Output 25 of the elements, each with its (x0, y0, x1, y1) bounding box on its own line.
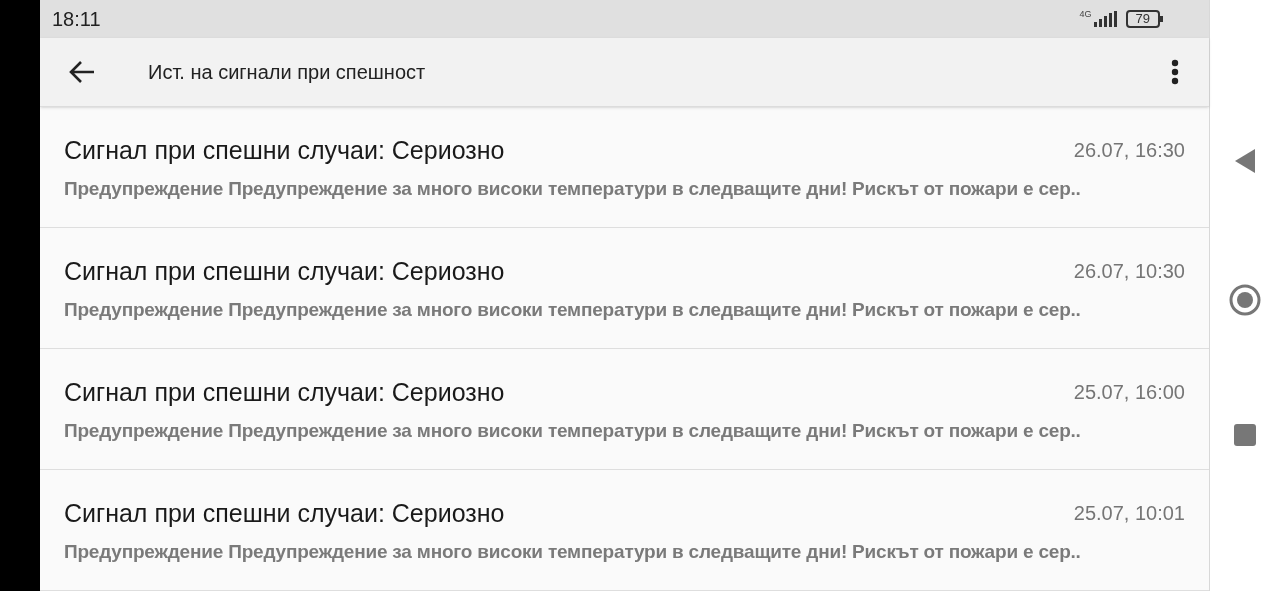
alert-preview: Предупреждение Предупреждение за много високи температури в следващите дни! Рискът от пожари е сер.. (64, 298, 1082, 322)
screen-title: Ист. на сигнали при спешност (148, 60, 426, 86)
network-label: 4G (1079, 8, 1092, 21)
alert-list-item[interactable]: Сигнал при спешни случаи: Сериозно 26.07, 16:30 Предупреждение Предупреждение за много високи температури в следващите дни! Рискът от пожари е сер.. (40, 107, 1209, 228)
home-nav-icon[interactable] (1229, 284, 1261, 316)
alert-title: Сигнал при спешни случаи: Сериозно (64, 498, 505, 528)
alert-title: Сигнал при спешни случаи: Сериозно (64, 135, 505, 165)
alert-list-item[interactable]: Сигнал при спешни случаи: Сериозно 25.07, 16:00 Предупреждение Предупреждение за много високи температури в следващите дни! Рискът от пожари е сер.. (40, 349, 1209, 470)
alert-time: 26.07, 10:30 (1073, 259, 1185, 284)
alert-preview: Предупреждение Предупреждение за много високи температури в следващите дни! Рискът от пожари е сер.. (64, 419, 1082, 443)
back-nav-icon[interactable] (1234, 148, 1256, 174)
battery-level: 79 (1125, 10, 1160, 29)
alert-title: Сигнал при спешни случаи: Сериозно (64, 256, 505, 286)
alert-time: 26.07, 16:30 (1073, 138, 1185, 163)
signal-icon (1093, 11, 1118, 28)
alert-list-item[interactable]: Сигнал при спешни случаи: Сериозно 26.07, 10:30 Предупреждение Предупреждение за много високи температури в следващите дни! Рискът от пожари е сер.. (40, 228, 1209, 349)
alert-time: 25.07, 16:00 (1073, 380, 1185, 405)
alert-title: Сигнал при спешни случаи: Сериозно (64, 377, 505, 407)
back-arrow-icon (69, 60, 95, 85)
alert-time: 25.07, 10:01 (1073, 501, 1185, 526)
status-time: 18:11 (52, 7, 101, 33)
alert-preview: Предупреждение Предупреждение за много високи температури в следващите дни! Рискът от пожари е сер.. (64, 540, 1082, 564)
more-options-icon (1171, 59, 1179, 86)
alert-list-item[interactable]: Сигнал при спешни случаи: Сериозно 25.07, 10:01 Предупреждение Предупреждение за много високи температури в следващите дни! Рискът от пожари е сер.. (40, 470, 1209, 591)
alert-preview: Предупреждение Предупреждение за много високи температури в следващите дни! Рискът от пожари е сер.. (64, 177, 1082, 201)
